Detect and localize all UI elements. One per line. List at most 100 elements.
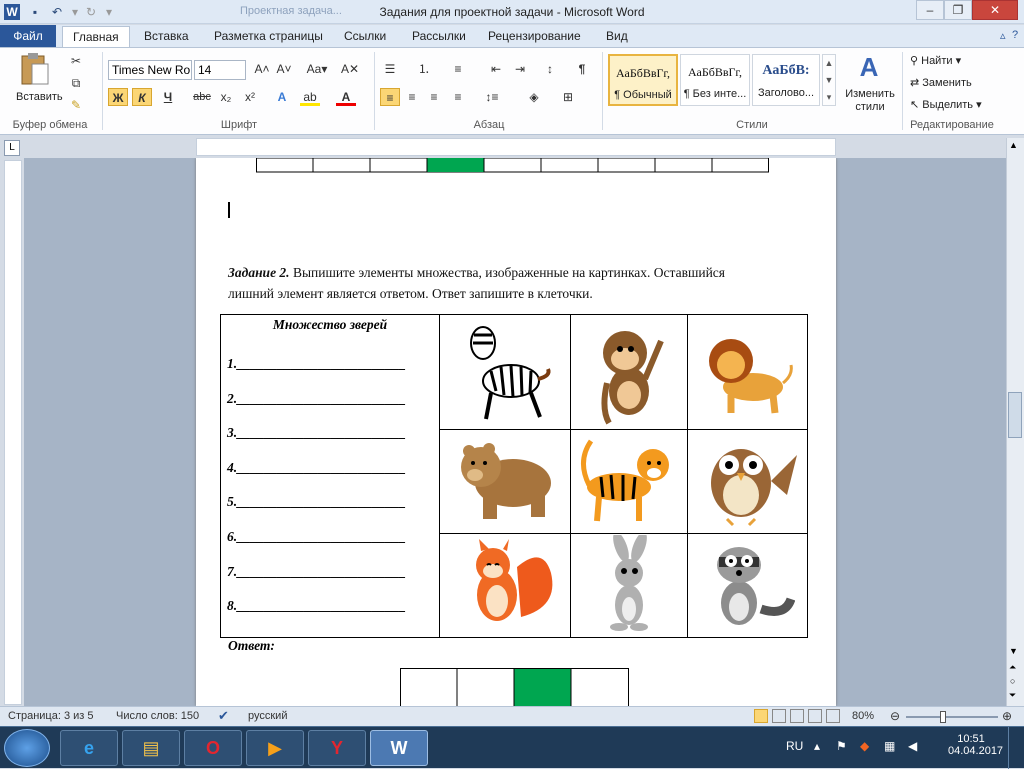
- sort-icon[interactable]: ↕: [540, 60, 560, 78]
- horizontal-ruler[interactable]: [196, 138, 836, 156]
- vertical-scrollbar[interactable]: ▲ ▼ ⏶ ○ ⏷: [1006, 138, 1024, 706]
- tab-review[interactable]: Рецензирование: [478, 26, 591, 47]
- set-item[interactable]: 6._________________________: [227, 520, 406, 555]
- set-item[interactable]: 7._________________________: [227, 555, 406, 590]
- find-button[interactable]: ⚲ Найти ▾: [910, 54, 961, 67]
- page-indicator[interactable]: Страница: 3 из 5: [8, 710, 94, 722]
- multilevel-list-icon[interactable]: ≡: [448, 60, 468, 78]
- bold-button[interactable]: Ж: [108, 88, 128, 106]
- superscript-button[interactable]: x²: [240, 88, 260, 106]
- tab-selector[interactable]: L: [4, 140, 20, 156]
- font-size-combo[interactable]: 14: [194, 60, 246, 80]
- borders-icon[interactable]: ⊞: [558, 88, 578, 106]
- ribbon-collapse-icon[interactable]: ▵: [1000, 29, 1006, 42]
- tray-expand-icon[interactable]: ▴: [814, 739, 820, 753]
- close-button[interactable]: ✕: [972, 0, 1018, 20]
- change-styles-icon[interactable]: A: [852, 52, 886, 82]
- shading-icon[interactable]: ◈: [524, 88, 544, 106]
- align-left-icon[interactable]: ≡: [380, 88, 400, 106]
- clock[interactable]: 10:51 04.04.2017: [948, 733, 1003, 757]
- font-name-combo[interactable]: Times New Ro: [108, 60, 192, 80]
- flag-icon[interactable]: ⚑: [836, 739, 847, 753]
- prev-page-icon[interactable]: ⏶: [1009, 662, 1016, 673]
- paste-label[interactable]: Вставить: [16, 91, 63, 103]
- minimize-button[interactable]: –: [916, 0, 944, 20]
- tab-home[interactable]: Главная: [62, 26, 130, 47]
- copy-icon[interactable]: ⧉: [66, 74, 86, 92]
- styles-gallery-scroll[interactable]: ▲ ▼ ▾: [822, 54, 836, 106]
- text-effects-icon[interactable]: A: [272, 88, 292, 106]
- antivirus-icon[interactable]: ◆: [860, 739, 869, 753]
- draft-view-icon[interactable]: [826, 709, 840, 723]
- start-button[interactable]: [4, 729, 50, 767]
- tab-mailings[interactable]: Рассылки: [402, 26, 476, 47]
- style-heading[interactable]: АаБбВ: Заголово...: [752, 54, 820, 106]
- underline-button[interactable]: Ч: [158, 88, 178, 106]
- next-page-icon[interactable]: ⏷: [1009, 690, 1016, 701]
- outline-view-icon[interactable]: [808, 709, 822, 723]
- subscript-button[interactable]: x₂: [216, 88, 236, 106]
- opera-icon[interactable]: O: [184, 730, 242, 766]
- shrink-font-icon[interactable]: A˅: [274, 60, 294, 78]
- justify-icon[interactable]: ≡: [448, 88, 468, 106]
- align-center-icon[interactable]: ≡: [402, 88, 422, 106]
- numbering-icon[interactable]: ⒈: [414, 60, 434, 78]
- zoom-level[interactable]: 80%: [852, 710, 874, 722]
- set-item[interactable]: 8._________________________: [227, 589, 406, 624]
- select-button[interactable]: ↖ Выделить ▾: [910, 98, 982, 111]
- show-desktop-button[interactable]: [1008, 727, 1024, 769]
- clear-formatting-icon[interactable]: A✕: [340, 60, 360, 78]
- redo-icon[interactable]: ↻: [82, 4, 100, 20]
- grow-font-icon[interactable]: A˄: [252, 60, 272, 78]
- spell-check-icon[interactable]: ✔: [218, 708, 229, 724]
- strikethrough-button[interactable]: abc: [192, 88, 212, 106]
- print-layout-view-icon[interactable]: [754, 709, 768, 723]
- yandex-browser-icon[interactable]: Y: [308, 730, 366, 766]
- customize-qat-icon[interactable]: ▾: [100, 4, 118, 20]
- web-layout-view-icon[interactable]: [790, 709, 804, 723]
- internet-explorer-icon[interactable]: e: [60, 730, 118, 766]
- pilcrow-icon[interactable]: ¶: [572, 60, 592, 78]
- style-normal[interactable]: АаБбВвГг, ¶ Обычный: [608, 54, 678, 106]
- increase-indent-icon[interactable]: ⇥: [510, 60, 530, 78]
- browse-object-icon[interactable]: ○: [1010, 676, 1015, 686]
- decrease-indent-icon[interactable]: ⇤: [486, 60, 506, 78]
- zoom-slider-thumb[interactable]: [940, 711, 946, 723]
- tab-view[interactable]: Вид: [596, 26, 638, 47]
- vertical-ruler[interactable]: [4, 160, 22, 705]
- file-explorer-icon[interactable]: ▤: [122, 730, 180, 766]
- bullets-icon[interactable]: ☰: [380, 60, 400, 78]
- maximize-button[interactable]: ❐: [944, 0, 972, 20]
- set-item[interactable]: 4._________________________: [227, 451, 406, 486]
- word-taskbar-icon[interactable]: W: [370, 730, 428, 766]
- full-screen-view-icon[interactable]: [772, 709, 786, 723]
- zoom-out-icon[interactable]: ⊖: [890, 709, 900, 723]
- input-language[interactable]: RU: [786, 739, 803, 753]
- save-icon[interactable]: ▪: [26, 4, 44, 20]
- media-player-icon[interactable]: ▶: [246, 730, 304, 766]
- change-case-icon[interactable]: Aa▾: [304, 60, 330, 78]
- paste-button[interactable]: [14, 52, 54, 94]
- network-icon[interactable]: ▦: [884, 739, 895, 753]
- tab-insert[interactable]: Вставка: [134, 26, 199, 47]
- volume-icon[interactable]: ◀: [908, 739, 917, 753]
- word-count[interactable]: Число слов: 150: [116, 710, 199, 722]
- align-right-icon[interactable]: ≡: [424, 88, 444, 106]
- set-item[interactable]: 2._________________________: [227, 382, 406, 417]
- page[interactable]: Задание 2. Выпишите элементы множества, …: [196, 158, 836, 706]
- set-item[interactable]: 5._________________________: [227, 485, 406, 520]
- set-item[interactable]: 1._________________________: [227, 347, 406, 382]
- font-color-icon[interactable]: A: [336, 88, 356, 106]
- tab-references[interactable]: Ссылки: [334, 26, 396, 47]
- set-item[interactable]: 3._________________________: [227, 416, 406, 451]
- format-painter-icon[interactable]: ✎: [66, 96, 86, 114]
- style-no-spacing[interactable]: АаБбВвГг, ¶ Без инте...: [680, 54, 750, 106]
- line-spacing-icon[interactable]: ↕≡: [482, 88, 502, 106]
- scrollbar-thumb[interactable]: [1008, 392, 1022, 438]
- scroll-down-icon[interactable]: ▼: [1009, 646, 1018, 656]
- word-app-icon[interactable]: W: [4, 4, 20, 20]
- undo-icon[interactable]: ↶: [48, 4, 66, 20]
- zoom-slider[interactable]: [906, 716, 998, 718]
- change-styles-label[interactable]: Изменить стили: [842, 88, 898, 114]
- tab-file[interactable]: Файл: [0, 25, 56, 47]
